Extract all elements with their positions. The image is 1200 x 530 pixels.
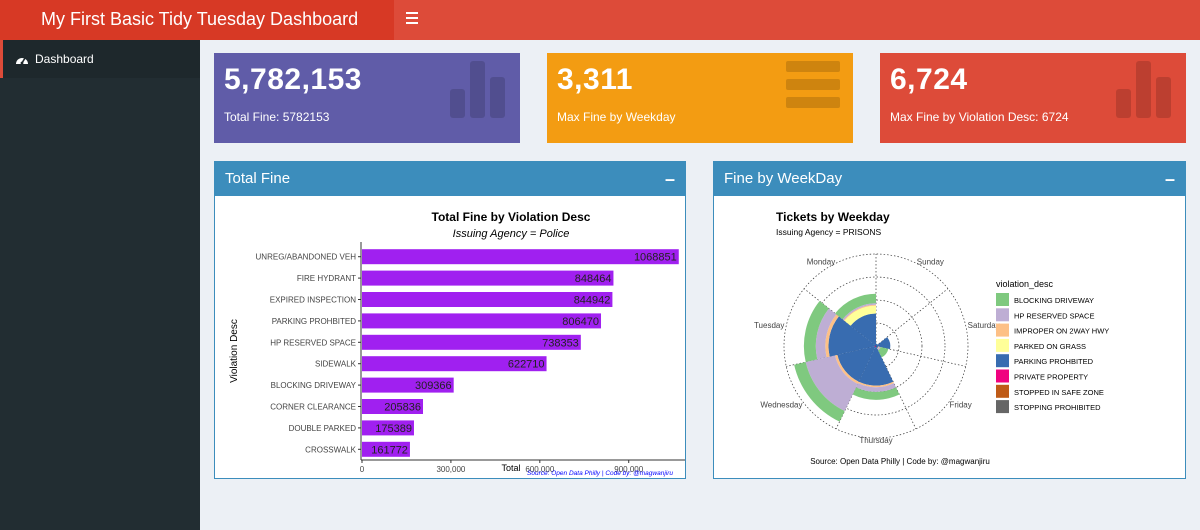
sidebar-item-label: Dashboard <box>35 52 94 66</box>
y-tick-label: CROSSWALK <box>305 445 356 454</box>
y-tick-label: FIRE HYDRANT <box>297 274 356 283</box>
data-label: 205836 <box>384 402 421 414</box>
top-navbar <box>394 0 1200 40</box>
legend-swatch <box>996 354 1009 368</box>
data-label: 1068851 <box>634 252 677 264</box>
bar-chart-icon <box>450 61 505 118</box>
legend-title: violation_desc <box>996 279 1054 289</box>
panel-fine-by-weekday: Fine by WeekDay – Tickets by Weekday Issu… <box>713 161 1186 479</box>
chart-subtitle: Issuing Agency = PRISONS <box>776 227 881 237</box>
panel-total-fine: Total Fine – Total Fine by Violation Des… <box>214 161 686 479</box>
legend-label: IMPROPER ON 2WAY HWY <box>1014 327 1109 336</box>
x-tick-label: 300,000 <box>436 465 465 474</box>
y-tick-label: BLOCKING DRIVEWAY <box>271 381 357 390</box>
chart-caption: Source: Open Data Philly | Code by: @mag… <box>527 470 673 477</box>
data-label: 844942 <box>574 295 611 307</box>
value-box-max-weekday: 3,311 Max Fine by Weekday <box>547 53 853 143</box>
polar-category-label: Monday <box>807 257 835 266</box>
value-box-subtitle: Total Fine: 5782153 <box>224 110 330 124</box>
polar-category-label: Saturday <box>968 321 1000 330</box>
legend-label: PRIVATE PROPERTY <box>1014 373 1088 382</box>
legend-label: PARKING PROHBITED <box>1014 357 1094 366</box>
collapse-icon[interactable]: – <box>1165 162 1175 196</box>
y-tick-label: CORNER CLEARANCE <box>270 403 356 412</box>
value-box-subtitle: Max Fine by Weekday <box>557 110 676 124</box>
value-box-value: 3,311 <box>557 63 633 96</box>
polar-grid-spoke <box>875 345 966 367</box>
value-box-subtitle: Max Fine by Violation Desc: 6724 <box>890 110 1069 124</box>
legend-swatch <box>996 369 1009 383</box>
legend-swatch <box>996 323 1009 337</box>
legend-swatch <box>996 308 1009 322</box>
legend-label: PARKED ON GRASS <box>1014 342 1086 351</box>
collapse-icon[interactable]: – <box>665 162 675 196</box>
value-box-total-fine: 5,782,153 Total Fine: 5782153 <box>214 53 520 143</box>
legend-label: BLOCKING DRIVEWAY <box>1014 296 1094 305</box>
polar-category-label: Sunday <box>917 257 944 266</box>
polar-category-label: Thursday <box>859 436 892 445</box>
legend-label: STOPPING PROHIBITED <box>1014 403 1101 412</box>
chart-caption: Source: Open Data Philly | Code by: @mag… <box>810 457 990 466</box>
chart-subtitle: Issuing Agency = Police <box>453 228 570 240</box>
x-axis-label: Total <box>501 463 520 473</box>
legend-label: HP RESERVED SPACE <box>1014 311 1094 320</box>
data-label: 309366 <box>415 380 452 392</box>
legend-swatch <box>996 384 1009 398</box>
chart-title: Total Fine by Violation Desc <box>432 210 591 224</box>
value-box-max-violation: 6,724 Max Fine by Violation Desc: 6724 <box>880 53 1186 143</box>
bar-chart-icon <box>1116 61 1171 118</box>
data-label: 806470 <box>562 316 599 328</box>
polar-grid-spoke <box>875 288 949 347</box>
data-label: 175389 <box>375 423 412 435</box>
legend-swatch <box>996 338 1009 352</box>
legend-swatch <box>996 400 1009 414</box>
y-tick-label: HP RESERVED SPACE <box>270 338 356 347</box>
panel-title: Total Fine <box>225 170 291 187</box>
x-tick-label: 0 <box>360 465 365 474</box>
data-label: 622710 <box>508 359 545 371</box>
data-label: 848464 <box>575 273 612 285</box>
sidebar-item-dashboard[interactable]: Dashboard <box>0 40 200 78</box>
chart-title: Tickets by Weekday <box>776 210 890 224</box>
polar-chart: Tickets by Weekday Issuing Agency = PRISO… <box>754 210 1109 466</box>
polar-category-label: Wednesday <box>760 401 802 410</box>
dashboard-icon <box>16 57 28 65</box>
value-box-value: 5,782,153 <box>224 63 362 96</box>
app-title: My First Basic Tidy Tuesday Dashboard <box>0 0 394 40</box>
data-label: 738353 <box>542 337 579 349</box>
data-label: 161772 <box>371 444 408 456</box>
panel-title: Fine by WeekDay <box>724 170 843 187</box>
sidebar-toggle-icon[interactable] <box>406 12 418 26</box>
sidebar: Dashboard <box>0 40 200 530</box>
bar <box>362 249 679 265</box>
bar-chart: Total Fine by Violation Desc Issuing Agen… <box>229 210 685 477</box>
y-axis-label: Violation Desc <box>229 319 240 383</box>
panel-header: Fine by WeekDay – <box>714 162 1185 196</box>
legend-swatch <box>996 293 1009 306</box>
polar-category-label: Friday <box>949 401 971 410</box>
y-tick-label: EXPIRED INSPECTION <box>270 296 356 305</box>
y-tick-label: DOUBLE PARKED <box>289 424 357 433</box>
y-tick-label: UNREG/ABANDONED VEH <box>256 253 357 262</box>
list-icon <box>786 61 840 108</box>
legend-label: STOPPED IN SAFE ZONE <box>1014 388 1104 397</box>
y-tick-label: PARKING PROHBITED <box>272 317 357 326</box>
value-box-value: 6,724 <box>890 63 968 96</box>
polar-category-label: Tuesday <box>754 321 784 330</box>
panel-header: Total Fine – <box>215 162 685 196</box>
y-tick-label: SIDEWALK <box>315 360 357 369</box>
